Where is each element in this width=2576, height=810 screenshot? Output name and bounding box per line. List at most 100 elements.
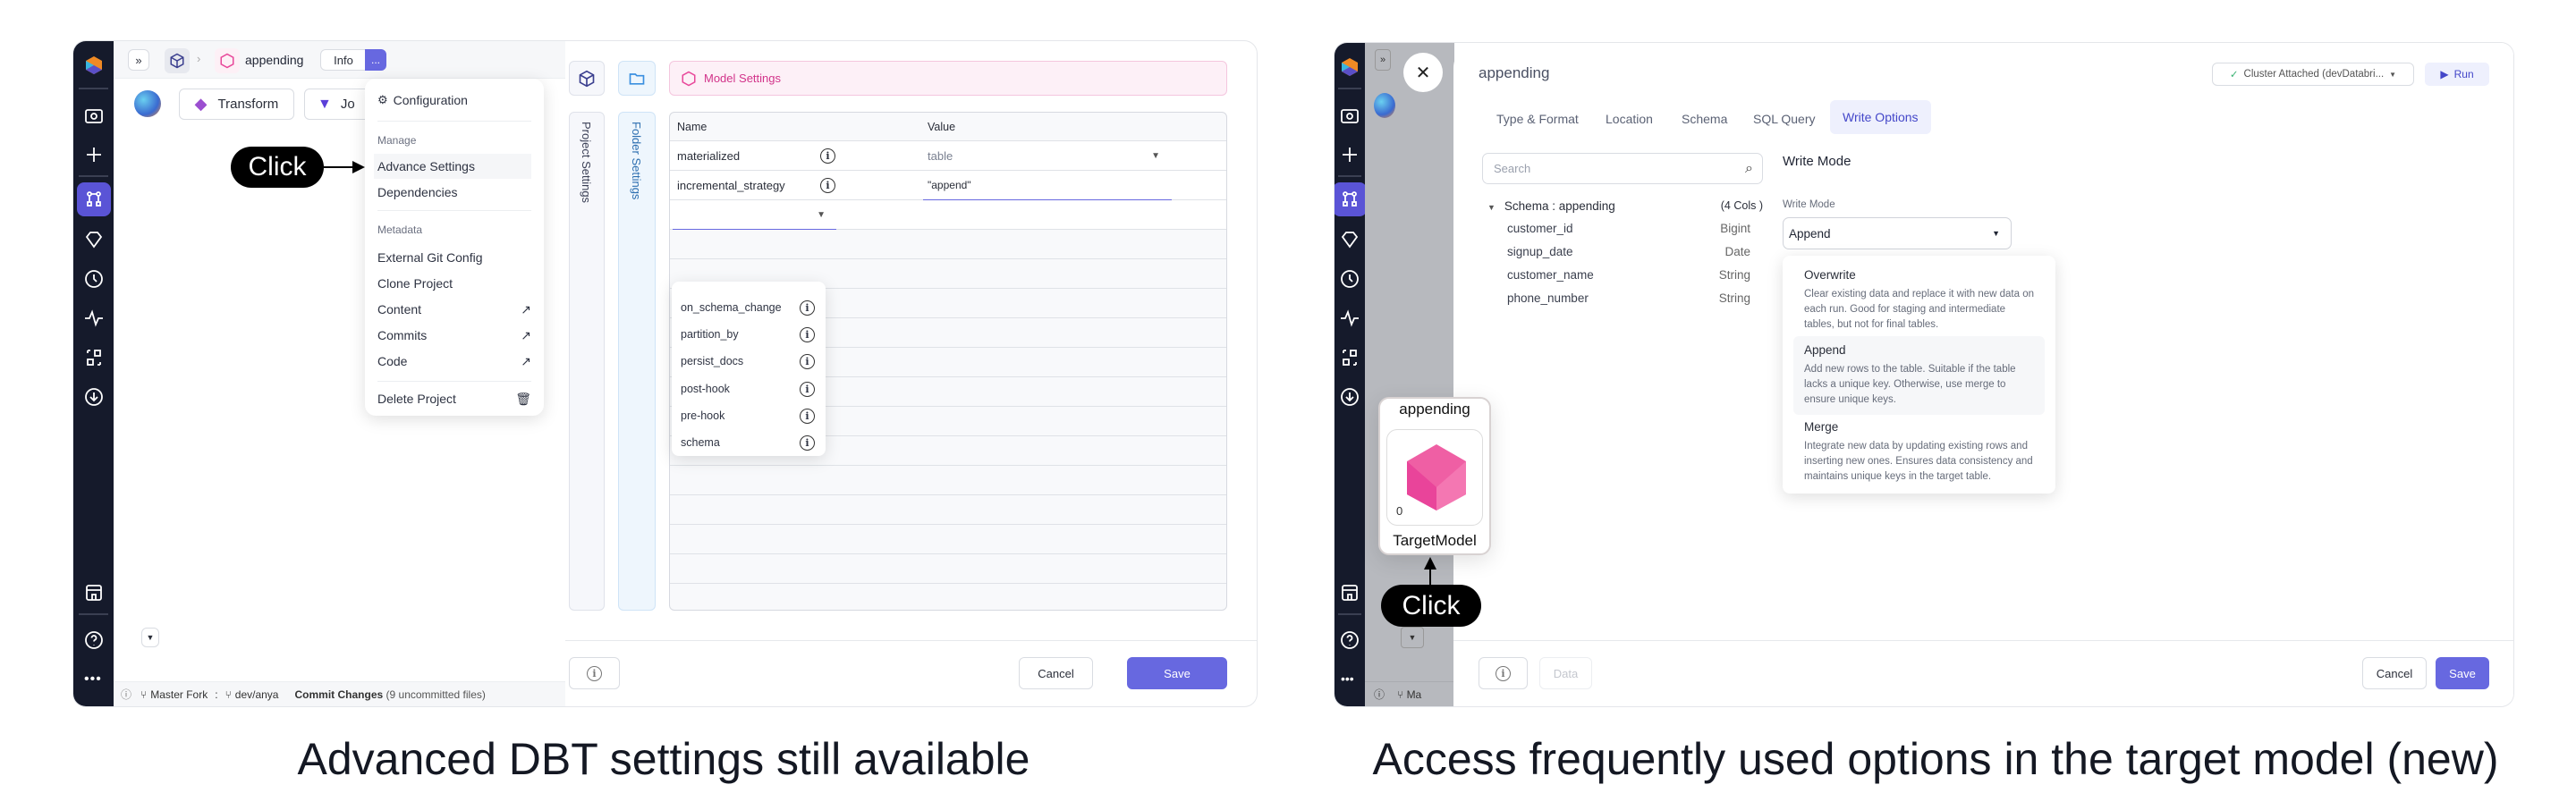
transform-button[interactable]: ◆ Transform [179, 89, 294, 120]
option-item[interactable]: post-hook i [681, 375, 815, 402]
callout-arrow [324, 166, 356, 168]
option-item[interactable]: persist_docs i [681, 348, 815, 375]
gem-icon[interactable] [1336, 226, 1363, 253]
expand-button[interactable]: » [128, 49, 149, 71]
tab-schema[interactable]: Schema [1671, 105, 1738, 132]
schema-header[interactable]: ▼ Schema : appending (4 Cols ) [1487, 199, 1763, 213]
menu-item-code[interactable]: Code ↗ [377, 349, 531, 374]
sliders-icon: ⚙ [377, 93, 388, 106]
left-screenshot: ••• » › appending Info ... ◆ Transform ▼ J… [73, 41, 1257, 706]
save-button[interactable]: Save [2436, 657, 2489, 689]
info-icon: i [587, 665, 602, 681]
model-cube-icon [1407, 444, 1466, 510]
cluster-select[interactable]: ✓ Cluster Attached (devDatabri... ▼ [2212, 63, 2414, 86]
project-cube-icon[interactable] [165, 48, 190, 73]
info-icon[interactable]: i [820, 148, 835, 164]
data-button[interactable]: Data [1539, 657, 1592, 689]
new-setting-select[interactable]: ▼ [673, 200, 836, 230]
vtab-project-settings[interactable]: Project Settings [569, 112, 605, 611]
menu-item-delete-project[interactable]: Delete Project 🗑 [377, 386, 531, 411]
download-icon[interactable] [1336, 384, 1363, 410]
table-row: ▼ [670, 200, 1226, 230]
info-icon[interactable]: i [800, 353, 815, 369]
overlay-collapse-button: ▼ [1401, 627, 1424, 648]
write-mode-option-merge[interactable]: Merge Integrate new data by updating exis… [1793, 413, 2045, 492]
pipeline-icon[interactable] [1335, 182, 1367, 216]
gem-icon[interactable] [80, 226, 107, 253]
cancel-button[interactable]: Cancel [1019, 657, 1093, 689]
run-button[interactable]: ▶ Run [2425, 63, 2489, 86]
branch-dev[interactable]: dev/anya [235, 688, 279, 701]
menu-item-external-git-config[interactable]: External Git Config [377, 245, 531, 270]
cancel-button[interactable]: Cancel [2362, 657, 2427, 689]
write-mode-option-overwrite[interactable]: Overwrite Clear existing data and replace… [1793, 261, 2045, 340]
plus-icon[interactable] [80, 141, 107, 168]
info-icon[interactable]: i [800, 435, 815, 451]
info-icon[interactable]: i [800, 300, 815, 316]
menu-item-commits[interactable]: Commits ↗ [377, 323, 531, 348]
option-item[interactable]: on_schema_change i [681, 294, 815, 321]
save-button[interactable]: Save [1127, 657, 1227, 689]
materialized-select[interactable]: table ▼ [928, 141, 1160, 171]
pipeline-icon[interactable] [77, 182, 111, 216]
branch-main[interactable]: Master Fork [150, 688, 208, 701]
target-model-node[interactable]: appending 0 TargetModel [1378, 397, 1491, 555]
activity-icon[interactable] [1336, 305, 1363, 332]
more-options-button[interactable]: ... [365, 49, 386, 71]
collapse-dropdown-button[interactable]: ▼ [141, 628, 159, 647]
caret-down-icon: ▼ [1487, 203, 1496, 212]
download-icon[interactable] [80, 384, 107, 410]
more-icon[interactable]: ••• [1341, 671, 1354, 686]
external-link-icon: ↗ [521, 301, 531, 316]
activity-icon[interactable] [80, 305, 107, 332]
close-icon: ✕ [1415, 63, 1431, 83]
commit-changes[interactable]: Commit Changes (9 uncommitted files) [294, 688, 485, 701]
clock-icon[interactable] [1336, 266, 1363, 292]
menu-item-content[interactable]: Content ↗ [377, 297, 531, 322]
info-button[interactable]: i [1479, 657, 1528, 689]
more-icon[interactable]: ••• [84, 671, 102, 688]
info-button[interactable]: i [569, 657, 620, 689]
write-mode-option-append[interactable]: Append Add new rows to the table. Suitabl… [1793, 336, 2045, 415]
check-icon: ✓ [2229, 70, 2239, 80]
help-icon[interactable] [80, 627, 107, 654]
schema-search-input[interactable]: Search ⌕ [1482, 153, 1763, 184]
menu-item-clone-project[interactable]: Clone Project [377, 271, 531, 296]
write-mode-select[interactable]: Append ▼ [1783, 217, 2012, 249]
menu-item-dependencies[interactable]: Dependencies [377, 180, 531, 205]
info-icon[interactable]: i [820, 178, 835, 193]
tab-write-options[interactable]: Write Options [1830, 100, 1931, 134]
store-icon[interactable] [80, 579, 107, 606]
info-icon[interactable]: ⓘ [121, 687, 131, 702]
store-icon[interactable] [1336, 579, 1363, 606]
option-item[interactable]: partition_by i [681, 321, 815, 348]
vtab-folder-settings[interactable]: Folder Settings [618, 112, 656, 611]
info-icon[interactable]: i [800, 381, 815, 397]
project-settings-tab-icon[interactable] [569, 61, 605, 96]
avatar[interactable] [134, 90, 161, 117]
browse-icon[interactable] [1336, 102, 1363, 129]
browse-icon[interactable] [80, 102, 107, 129]
clock-icon[interactable] [80, 266, 107, 292]
model-hexagon-icon [215, 48, 240, 73]
help-icon[interactable] [1336, 627, 1363, 654]
branch-icon: ⑂ [140, 688, 148, 701]
info-icon[interactable]: i [800, 408, 815, 424]
close-button[interactable]: ✕ [1403, 53, 1443, 92]
tab-type-format[interactable]: Type & Format [1486, 105, 1589, 132]
graph-icon[interactable] [1336, 344, 1363, 371]
incremental-strategy-input[interactable]: "append" [923, 171, 1172, 200]
folder-settings-tab-icon[interactable] [618, 61, 656, 96]
graph-icon[interactable] [80, 344, 107, 371]
tab-sql-query[interactable]: SQL Query [1742, 105, 1826, 132]
option-item[interactable]: pre-hook i [681, 402, 815, 429]
tab-location[interactable]: Location [1595, 105, 1664, 132]
option-item[interactable]: schema i [681, 429, 815, 456]
info-button[interactable]: Info [320, 49, 367, 71]
info-icon[interactable]: i [800, 326, 815, 342]
menu-item-configuration[interactable]: ⚙ Configuration [377, 88, 531, 113]
logo-icon [1336, 54, 1363, 80]
menu-item-advance-settings[interactable]: Advance Settings [374, 154, 531, 179]
caption-right: Access frequently used options in the ta… [1372, 734, 2499, 784]
plus-icon[interactable] [1336, 141, 1363, 168]
